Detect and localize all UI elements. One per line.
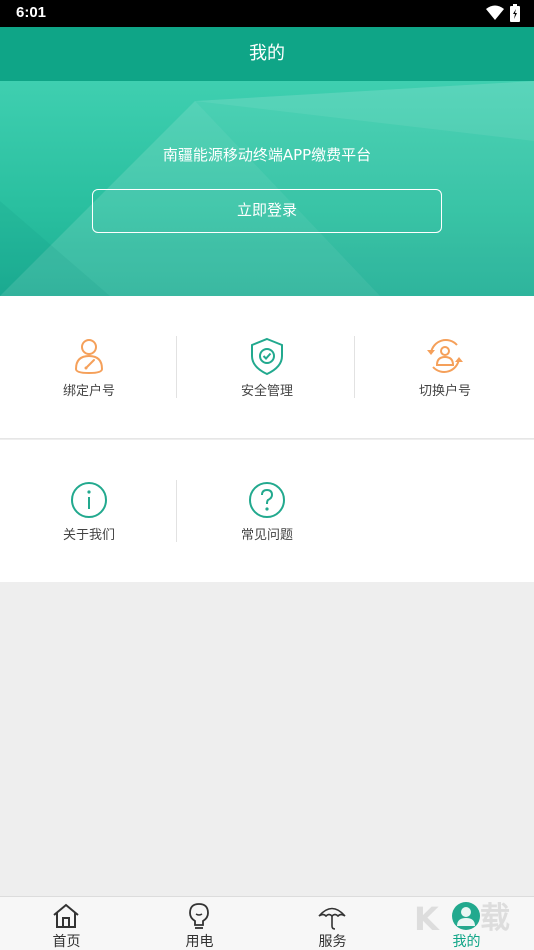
tab-mine-label: 我的 (452, 934, 481, 950)
hero-banner: 南疆能源移动终端APP缴费平台 立即登录 (0, 81, 534, 296)
about-us-label: 关于我们 (62, 528, 115, 543)
tab-service[interactable]: 服务 (266, 897, 399, 950)
umbrella-icon (318, 907, 346, 930)
login-button[interactable]: 立即登录 (92, 189, 442, 233)
switch-account-label: 切换户号 (418, 384, 471, 399)
security-management-tile[interactable]: 安全管理 (178, 296, 356, 438)
tab-service-label: 服务 (318, 934, 347, 950)
menu-card-account: 绑定户号 安全管理 切换户号 (0, 296, 534, 439)
status-time: 6:01 (16, 4, 47, 21)
status-icons (486, 4, 520, 22)
about-us-tile[interactable]: 关于我们 (0, 440, 178, 582)
tab-mine[interactable]: 我的 (400, 897, 533, 950)
tab-home-label: 首页 (52, 934, 81, 950)
bind-account-label: 绑定户号 (62, 384, 115, 399)
user-switch-icon (427, 339, 463, 373)
divider (176, 480, 177, 542)
home-icon (53, 903, 79, 928)
user-bind-icon (74, 339, 104, 375)
page-title: 我的 (249, 43, 285, 64)
faq-tile[interactable]: 常见问题 (178, 440, 356, 582)
tab-electricity[interactable]: 用电 (133, 897, 266, 950)
bind-account-tile[interactable]: 绑定户号 (0, 296, 178, 438)
wifi-icon (486, 5, 504, 20)
bottom-tab-bar: 首页 用电 服务 我的 (0, 896, 534, 950)
divider (176, 336, 177, 398)
battery-icon (510, 4, 520, 22)
tab-electricity-label: 用电 (185, 934, 214, 950)
profile-icon (452, 902, 480, 930)
shield-icon (251, 337, 283, 376)
faq-label: 常见问题 (240, 528, 293, 543)
security-management-label: 安全管理 (240, 384, 293, 399)
lightbulb-icon (189, 903, 209, 929)
status-bar: 6:01 (0, 0, 534, 27)
info-icon (71, 482, 107, 518)
question-icon (249, 482, 285, 518)
divider (354, 336, 355, 398)
app-header: 我的 (0, 27, 534, 81)
hero-subtitle: 南疆能源移动终端APP缴费平台 (162, 146, 372, 164)
switch-account-tile[interactable]: 切换户号 (356, 296, 534, 438)
menu-card-info: 关于我们 常见问题 (0, 440, 534, 582)
tab-home[interactable]: 首页 (0, 897, 133, 950)
